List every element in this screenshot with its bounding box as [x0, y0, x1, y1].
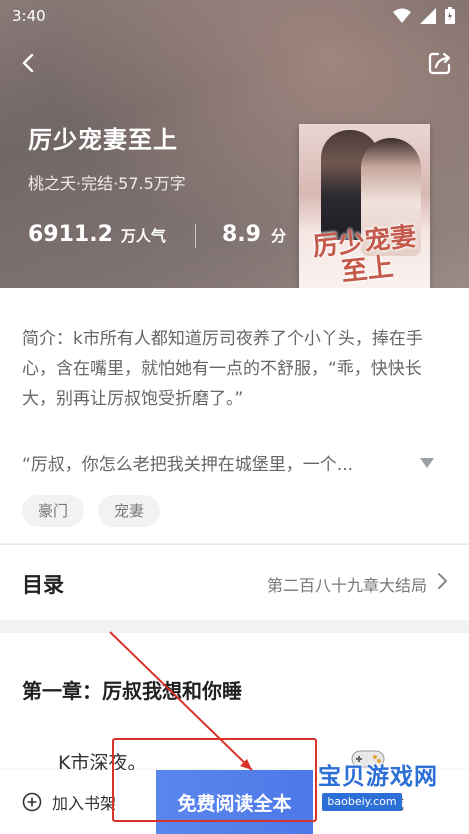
- add-to-shelf-button[interactable]: 加入书架: [22, 790, 116, 814]
- score-value: 8.9: [222, 222, 261, 247]
- cover-title: 厉少宠妻至上: [311, 221, 418, 288]
- tag-chongqi[interactable]: 宠妻: [98, 495, 161, 527]
- status-bar: 3:40: [0, 0, 469, 32]
- battery-icon: [445, 7, 455, 24]
- wifi-icon: [393, 8, 411, 23]
- annotation-box: [112, 738, 317, 822]
- score-unit: 分: [270, 227, 286, 245]
- signal-icon: [420, 7, 436, 24]
- stat-divider: [195, 224, 196, 248]
- tag-list: 豪门 宠妻: [22, 495, 161, 527]
- share-icon[interactable]: [427, 50, 453, 76]
- latest-chapter: 第二百八十九章大结局: [266, 576, 427, 595]
- score-stat: 8.9 分: [222, 222, 286, 247]
- status-time: 3:40: [12, 7, 46, 25]
- site-watermark: 宝贝游戏网 baobeiy.com: [318, 745, 468, 831]
- catalog-title: 目录: [22, 573, 64, 597]
- watermark-url: baobeiy.com: [322, 793, 402, 811]
- chapter-title: 第一章：厉叔我想和你睡: [22, 679, 242, 703]
- back-arrow-icon[interactable]: [16, 50, 42, 76]
- popularity-value: 6911.2: [28, 222, 113, 247]
- add-to-shelf-label: 加入书架: [52, 794, 117, 813]
- plus-circle-icon: [22, 792, 42, 812]
- catalog-row[interactable]: 目录 第二百八十九章大结局: [0, 544, 469, 620]
- intro-panel: 简介：k市所有人都知道厉司夜养了个小丫头，捧在手心，含在嘴里，就怕她有一点的不舒…: [0, 288, 469, 543]
- status-icons: [393, 7, 455, 24]
- watermark-text: 宝贝游戏网: [318, 764, 438, 790]
- tag-haomen[interactable]: 豪门: [22, 495, 85, 527]
- popularity-stat: 6911.2 万人气: [28, 222, 166, 247]
- book-title: 厉少宠妻至上: [28, 126, 178, 154]
- chevron-right-icon: [438, 573, 447, 589]
- expand-triangle-icon[interactable]: [420, 458, 434, 468]
- book-cover[interactable]: 厉少宠妻至上: [299, 124, 430, 298]
- book-meta: 桃之夭·完结·57.5万字: [28, 174, 186, 193]
- popularity-unit: 万人气: [120, 227, 166, 245]
- intro-text: 简介：k市所有人都知道厉司夜养了个小丫头，捧在手心，含在嘴里，就怕她有一点的不舒…: [22, 329, 423, 409]
- intro-text-more: “厉叔，你怎么老把我关押在城堡里，一个...: [22, 455, 354, 475]
